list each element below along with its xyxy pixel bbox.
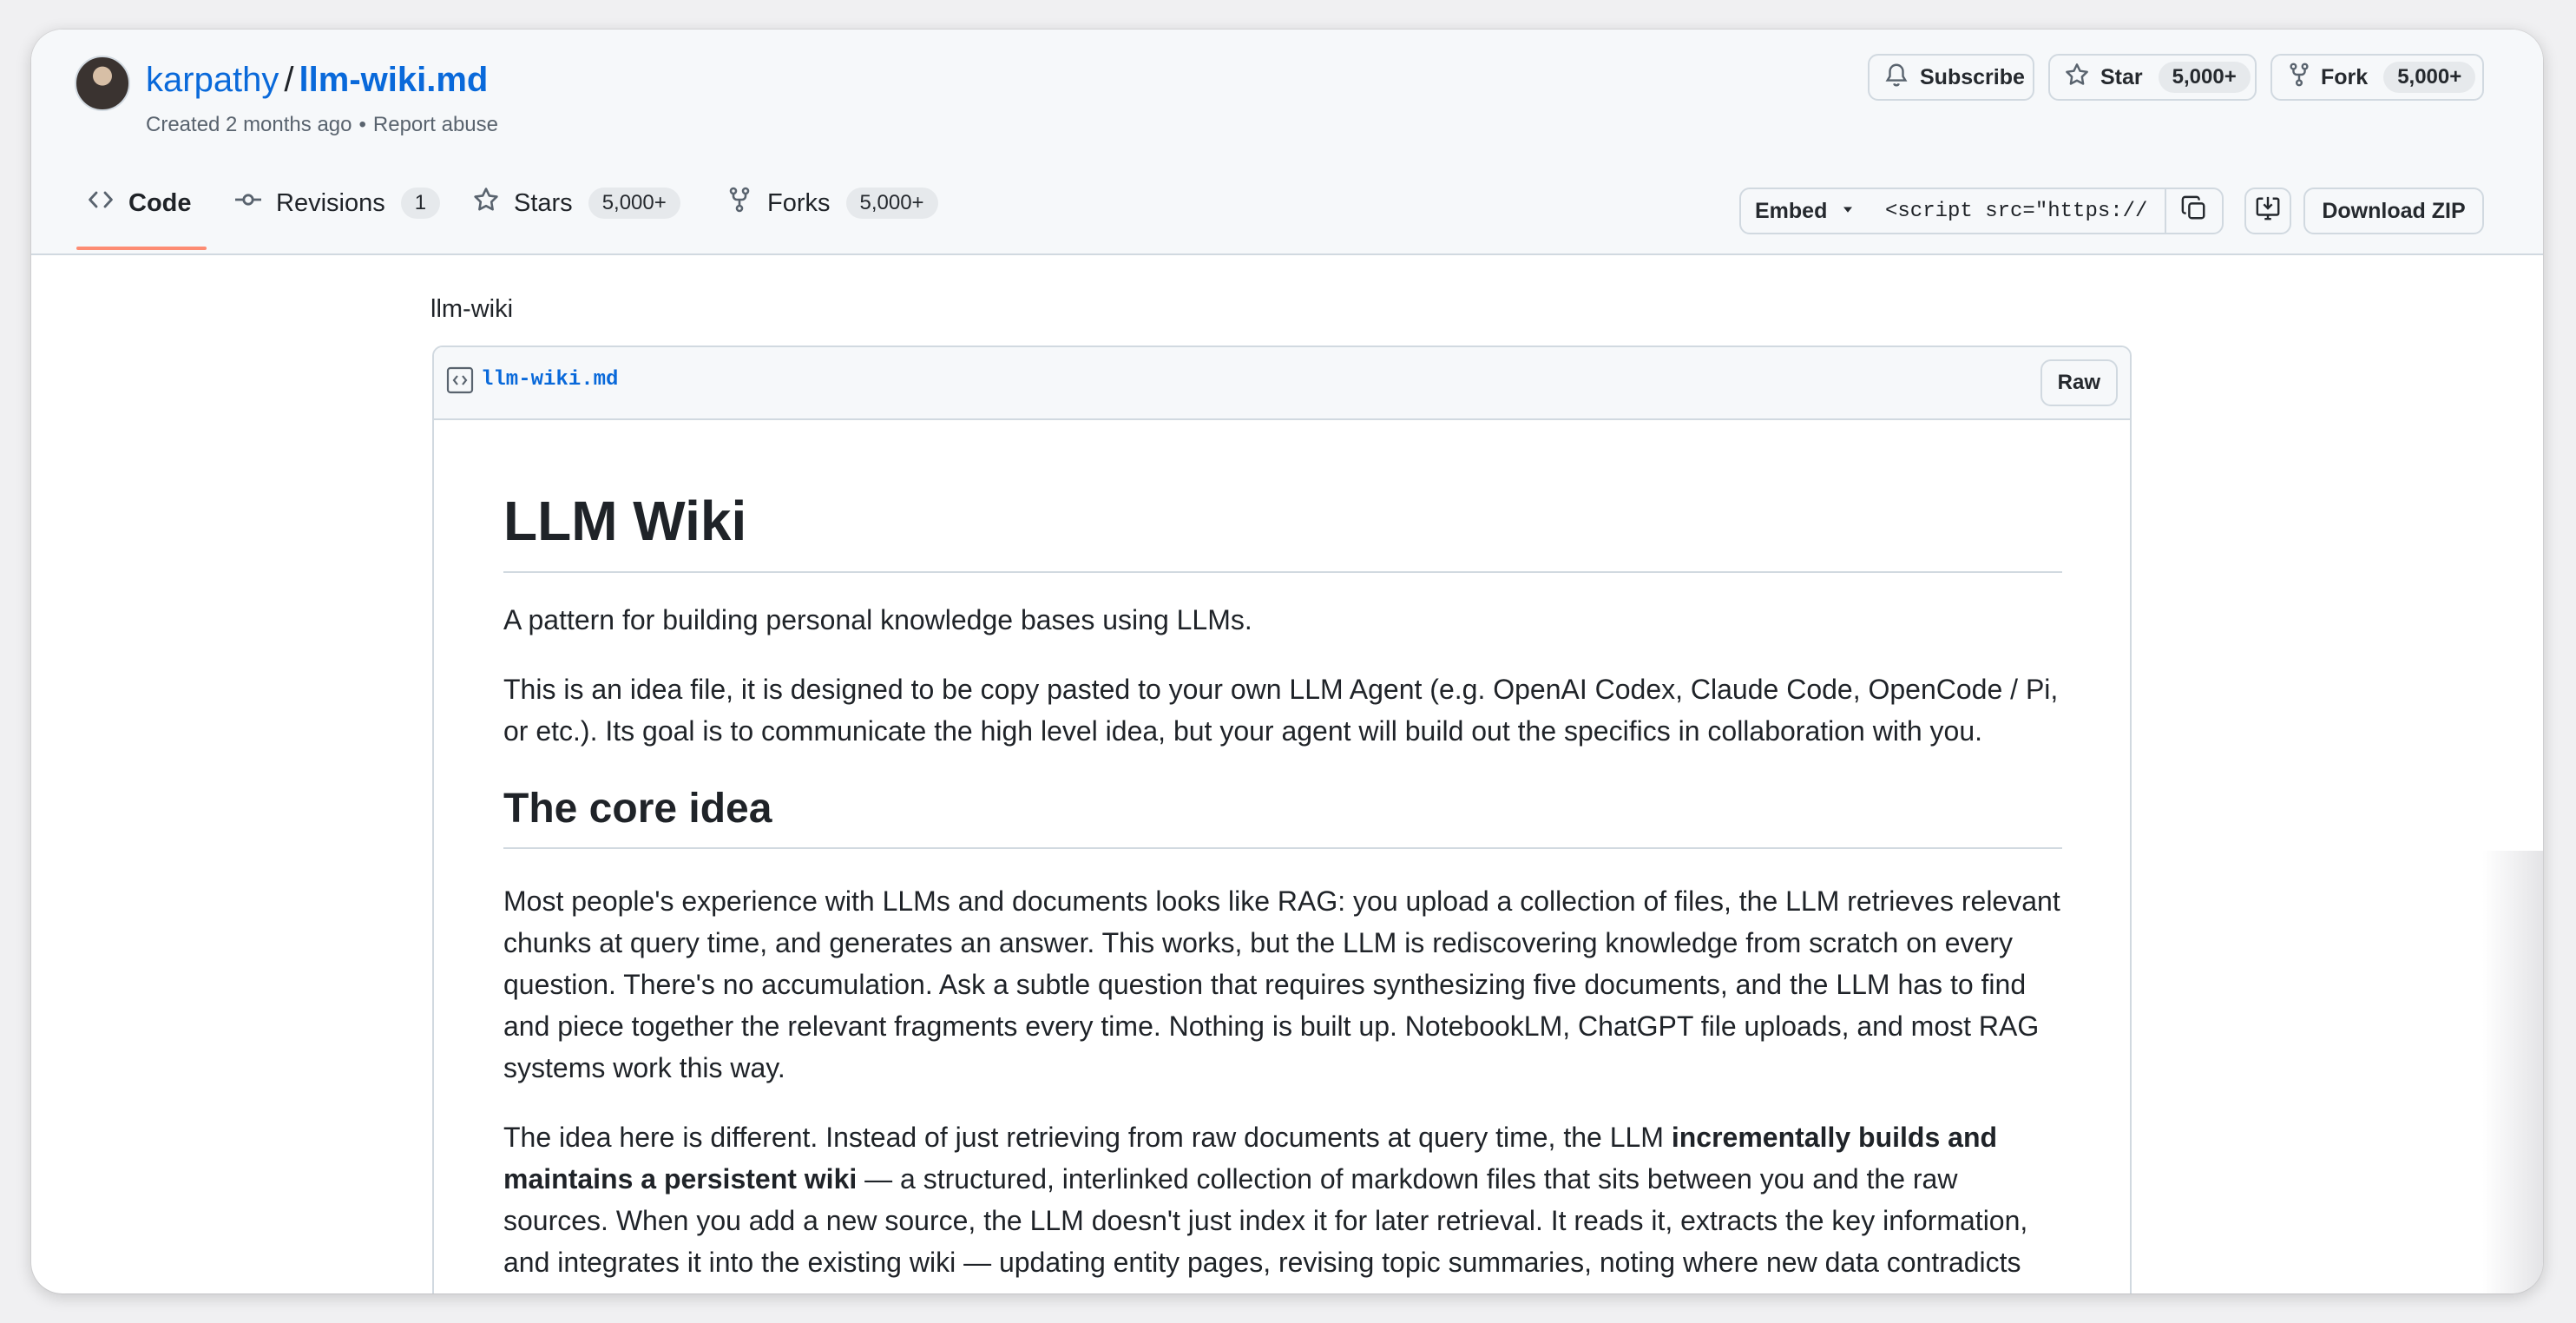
paragraph-text: The idea here is different. Instead of j…	[503, 1122, 1672, 1153]
desktop-download-icon	[2255, 195, 2281, 227]
heading-llm-wiki: LLM Wiki	[503, 418, 2062, 573]
tab-forks[interactable]: Forks 5,000+	[726, 179, 938, 227]
gist-file-link[interactable]: llm-wiki.md	[299, 61, 489, 99]
star-counter: 5,000+	[2158, 62, 2251, 93]
tab-forks-label: Forks	[767, 188, 831, 217]
heading-core-idea: The core idea	[503, 783, 2062, 849]
stars-counter: 5,000+	[588, 188, 680, 219]
fork-icon	[726, 186, 767, 220]
revisions-counter: 1	[400, 188, 441, 219]
copy-button[interactable]	[2165, 188, 2224, 234]
tab-stars-label: Stars	[514, 188, 573, 217]
download-zip-button[interactable]: Download ZIP	[2303, 188, 2484, 234]
scroll-edge	[2482, 851, 2543, 1293]
fork-icon	[2286, 62, 2312, 94]
bell-icon	[1883, 62, 1909, 94]
owner-link[interactable]: karpathy	[146, 61, 279, 99]
caret-down-icon	[1839, 199, 1856, 224]
raw-button[interactable]: Raw	[2040, 359, 2118, 406]
fork-counter: 5,000+	[2383, 62, 2476, 93]
forks-counter: 5,000+	[845, 188, 938, 219]
avatar[interactable]	[75, 56, 130, 111]
subscribe-button[interactable]: Subscribe	[1868, 54, 2034, 101]
gist-description: llm-wiki	[430, 295, 514, 323]
paragraph-different: The idea here is different. Instead of j…	[503, 1116, 2062, 1283]
embed-code-input[interactable]	[1866, 188, 2166, 234]
gist-header: karpathy / llm-wiki.md Created 2 months ag…	[31, 30, 2543, 255]
fork-button[interactable]: Fork 5,000+	[2270, 54, 2484, 101]
code-icon	[87, 186, 128, 220]
tab-code-label: Code	[128, 188, 192, 217]
markdown-body: LLM Wiki A pattern for building personal…	[503, 418, 2062, 1283]
tab-stars[interactable]: Stars 5,000+	[472, 179, 680, 227]
title-separator: /	[284, 61, 294, 99]
gist-title: karpathy / llm-wiki.md	[146, 57, 488, 102]
gist-meta: Created 2 months ago • Report abuse	[146, 113, 498, 137]
paragraph-idea-file: This is an idea file, it is designed to …	[503, 674, 2059, 747]
file-container: llm-wiki.md Raw LLM Wiki A pattern for b…	[432, 346, 2132, 1293]
browser-window: karpathy / llm-wiki.md Created 2 months ag…	[31, 30, 2543, 1293]
meta-separator: •	[358, 113, 366, 136]
copy-icon	[2181, 195, 2207, 227]
star-button[interactable]: Star 5,000+	[2048, 54, 2257, 101]
created-time: Created 2 months ago	[146, 113, 352, 136]
embed-dropdown[interactable]: Embed	[1739, 188, 1868, 234]
embed-label: Embed	[1755, 198, 1828, 223]
file-name-link[interactable]: llm-wiki.md	[481, 368, 618, 392]
star-label: Star	[2100, 64, 2143, 89]
commit-icon	[234, 186, 276, 220]
fork-label: Fork	[2321, 64, 2369, 89]
tab-revisions[interactable]: Revisions 1	[234, 179, 441, 227]
paragraph-rag: Most people's experience with LLMs and d…	[503, 885, 2060, 1083]
tab-revisions-label: Revisions	[276, 188, 385, 217]
star-icon	[472, 186, 514, 220]
report-abuse-link[interactable]: Report abuse	[373, 113, 498, 136]
tab-code[interactable]: Code	[87, 179, 192, 227]
open-desktop-button[interactable]	[2244, 188, 2291, 234]
file-code-icon	[446, 366, 474, 394]
subscribe-label: Subscribe	[1920, 64, 2025, 89]
paragraph-intro: A pattern for building personal knowledg…	[503, 604, 1252, 635]
file-header: llm-wiki.md Raw	[434, 347, 2130, 420]
star-icon	[2064, 62, 2090, 94]
active-tab-indicator	[76, 247, 207, 250]
